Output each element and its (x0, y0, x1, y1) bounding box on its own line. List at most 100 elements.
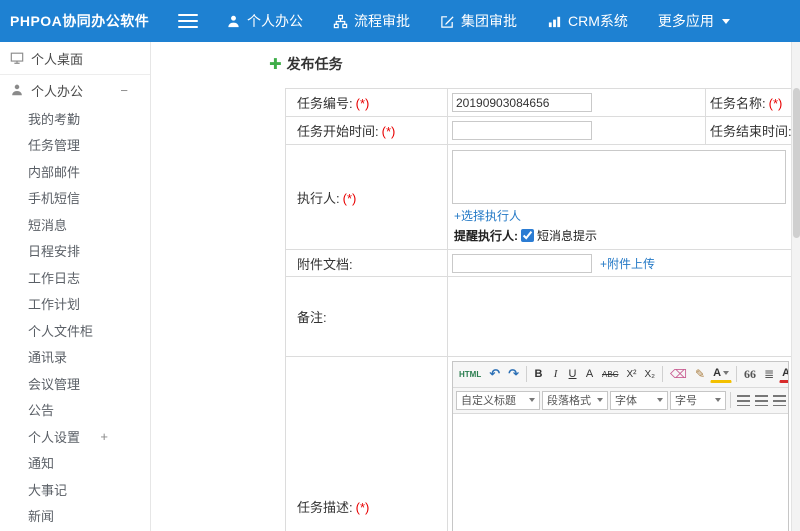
remark-textarea[interactable] (452, 279, 782, 351)
table-row: 执行人: (*) +选择执行人 提醒执行人: 短消息提示 (285, 144, 800, 250)
required-mark: (*) (355, 96, 370, 111)
align-center-button[interactable] (753, 391, 769, 409)
table-row: 任务描述: (*) HTML ↶ ↷ B I U A ABC X² X₂ ⌫ ✎… (285, 356, 800, 531)
sidebar: 个人桌面 个人办公 − 我的考勤 任务管理 内部邮件 手机短信 短消息 日程安排… (0, 42, 151, 531)
editor-toolbar-row1: HTML ↶ ↷ B I U A ABC X² X₂ ⌫ ✎ A 66 ≣ (453, 361, 788, 388)
remind-row: 提醒执行人: 短消息提示 (454, 227, 800, 244)
sidebar-item-schedule[interactable]: 日程安排 (0, 238, 150, 265)
nav-label: 流程审批 (354, 13, 410, 29)
flow-icon (333, 14, 348, 29)
align-right-icon (772, 394, 786, 406)
sidebar-item-desktop[interactable]: 个人桌面 (0, 42, 150, 75)
undo-button[interactable]: ↶ (486, 364, 503, 384)
nav-item-group-approval[interactable]: 集团审批 (440, 11, 517, 31)
caret-down-icon (721, 18, 730, 24)
subscript-button[interactable]: X₂ (641, 364, 658, 384)
sidebar-item-announcement[interactable]: 公告 (0, 397, 150, 424)
sidebar-item-contacts[interactable]: 通讯录 (0, 344, 150, 371)
align-right-button[interactable] (771, 391, 787, 409)
edit-square-icon (440, 14, 455, 29)
underline-button[interactable]: U (565, 364, 580, 384)
list-button[interactable]: ≣ (761, 364, 777, 384)
sidebar-item-short-message[interactable]: 短消息 (0, 211, 150, 238)
font-style-button[interactable]: A (582, 364, 597, 384)
caret-down-icon (723, 371, 730, 375)
sidebar-item-work-plan[interactable]: 工作计划 (0, 291, 150, 318)
sidebar-item-events[interactable]: 大事记 (0, 476, 150, 503)
remark-label: 备注: (297, 310, 327, 325)
font-color-button[interactable]: A (779, 366, 788, 383)
sidebar-item-meeting[interactable]: 会议管理 (0, 370, 150, 397)
caret-down-icon (715, 398, 721, 402)
sidebar-item-task-management[interactable]: 任务管理 (0, 132, 150, 159)
sidebar-item-sms[interactable]: 手机短信 (0, 185, 150, 212)
add-icon (269, 57, 282, 72)
remind-label: 提醒执行人: (454, 229, 518, 243)
required-mark: (*) (768, 96, 783, 111)
align-left-button[interactable] (735, 391, 751, 409)
paragraph-format-select[interactable]: 段落格式 (542, 390, 608, 410)
toolbar-separator (736, 366, 738, 382)
attachment-upload-link[interactable]: +附件上传 (600, 255, 655, 272)
sidebar-item-label: 个人设置 (28, 429, 81, 445)
user-icon (226, 14, 241, 29)
blockquote-button[interactable]: 66 (741, 364, 759, 384)
expand-icon[interactable]: + (100, 429, 108, 444)
nav-item-personal-office[interactable]: 个人办公 (226, 11, 303, 31)
end-time-label: 任务结束时间: (710, 124, 792, 139)
nav-item-crm-system[interactable]: CRM系统 (547, 11, 628, 31)
rich-text-editor: HTML ↶ ↷ B I U A ABC X² X₂ ⌫ ✎ A 66 ≣ 自定… (452, 360, 789, 531)
sidebar-item-notice[interactable]: 通知 (0, 450, 150, 477)
custom-title-select[interactable]: 自定义标题 (456, 390, 540, 410)
italic-button[interactable]: I (548, 364, 563, 384)
bar-chart-icon (547, 14, 562, 29)
start-time-input[interactable] (452, 121, 592, 140)
required-mark: (*) (381, 124, 396, 139)
top-nav: 个人办公 流程审批 集团审批 CRM系统 更多应用 (226, 11, 730, 31)
hamburger-menu-icon[interactable] (178, 14, 198, 28)
redo-button[interactable]: ↷ (505, 364, 522, 384)
sidebar-item-news[interactable]: 新闻 (0, 503, 150, 530)
font-family-select[interactable]: 字体 (610, 390, 668, 410)
nav-item-workflow-approval[interactable]: 流程审批 (333, 11, 410, 31)
sidebar-group-personal-office[interactable]: 个人办公 − (0, 75, 150, 105)
description-label: 任务描述: (297, 500, 353, 515)
executor-textarea[interactable] (452, 150, 786, 204)
attachment-label: 附件文档: (297, 256, 353, 272)
editor-content-area[interactable] (453, 413, 788, 531)
font-size-select[interactable]: 字号 (670, 390, 726, 410)
editor-toolbar-row2: 自定义标题 段落格式 字体 字号 (453, 387, 788, 414)
bold-button[interactable]: B (531, 364, 546, 384)
required-mark: (*) (342, 190, 357, 206)
sidebar-item-personal-settings[interactable]: 个人设置 + (0, 423, 150, 450)
nav-item-more-apps[interactable]: 更多应用 (658, 11, 730, 31)
caret-down-icon (529, 398, 535, 402)
strikethrough-button[interactable]: ABC (599, 364, 621, 384)
top-header: PHPOA协同办公软件 个人办公 流程审批 集团审批 CRM系统 更多应用 (0, 0, 800, 42)
attachment-input[interactable] (452, 253, 592, 273)
sms-remind-checkbox[interactable] (521, 229, 534, 242)
scrollbar-thumb[interactable] (793, 88, 800, 238)
format-painter-button[interactable]: ✎ (692, 364, 708, 384)
sms-remind-label: 短消息提示 (537, 229, 598, 243)
eraser-button[interactable]: ⌫ (667, 364, 690, 384)
table-row: 任务编号:(*) 任务名称:(*) (285, 88, 800, 117)
sidebar-group-label: 个人办公 (31, 83, 84, 99)
vertical-scrollbar[interactable] (791, 42, 800, 531)
superscript-button[interactable]: X² (623, 364, 639, 384)
highlight-color-button[interactable]: A (710, 366, 733, 383)
nav-label: 集团审批 (461, 13, 517, 29)
sidebar-item-work-log[interactable]: 工作日志 (0, 264, 150, 291)
task-number-label: 任务编号: (297, 96, 353, 111)
app-logo: PHPOA协同办公软件 (10, 13, 150, 29)
task-number-input[interactable] (452, 93, 592, 112)
html-source-button[interactable]: HTML (456, 364, 484, 384)
sidebar-item-internal-mail[interactable]: 内部邮件 (0, 158, 150, 185)
nav-label: CRM系统 (568, 13, 628, 29)
sidebar-item-attendance[interactable]: 我的考勤 (0, 105, 150, 132)
choose-executor-link[interactable]: +选择执行人 (454, 209, 521, 223)
main-content: 发布任务 任务编号:(*) 任务名称:(*) 任务开始时间:(*) 任务结束时间… (151, 42, 800, 531)
sidebar-item-file-cabinet[interactable]: 个人文件柜 (0, 317, 150, 344)
align-left-icon (736, 394, 750, 406)
collapse-icon[interactable]: − (120, 83, 128, 98)
